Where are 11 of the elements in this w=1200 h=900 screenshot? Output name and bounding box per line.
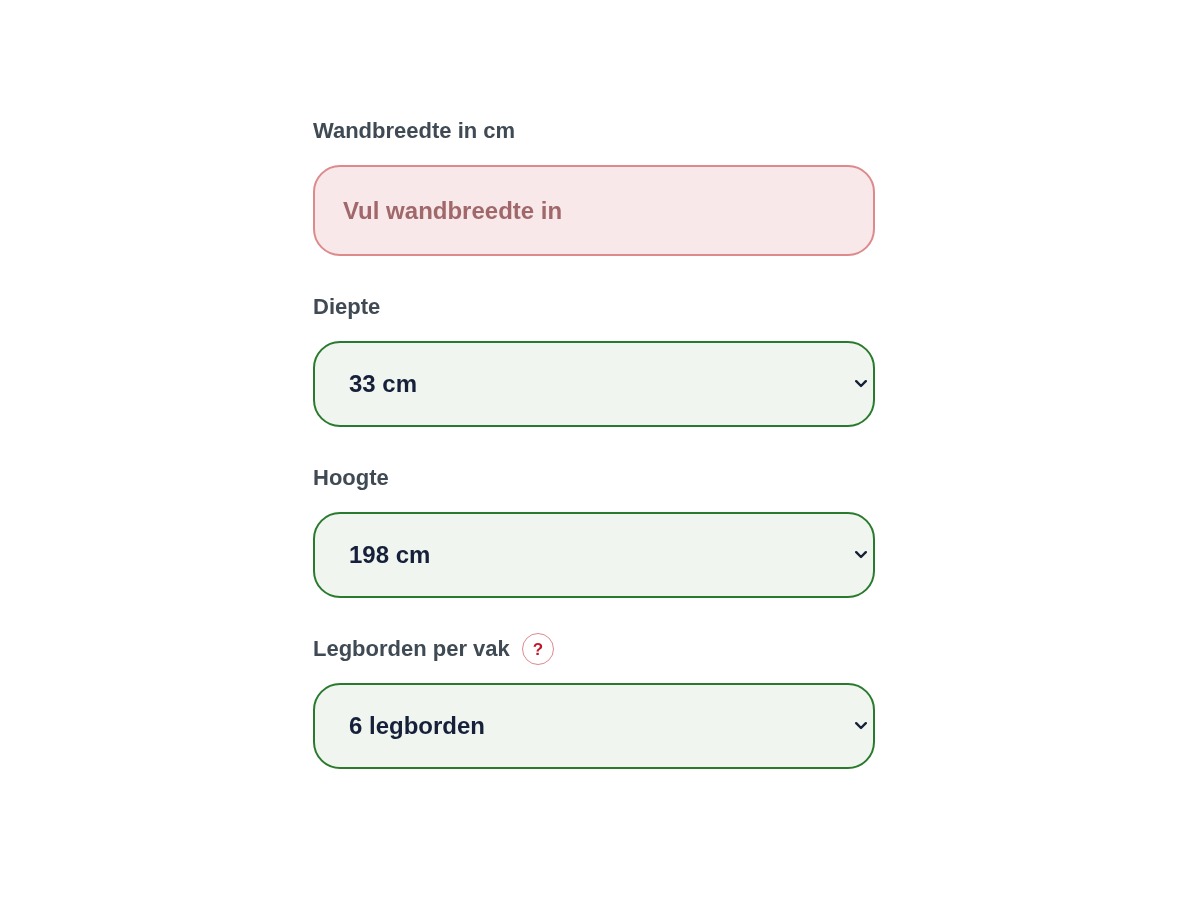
- dropdown[interactable]: 33 cm: [313, 341, 875, 427]
- chevron-down-icon: [855, 551, 867, 559]
- dropdown[interactable]: 198 cm: [313, 512, 875, 598]
- field-label: Diepte: [313, 293, 381, 321]
- field-label: Hoogte: [313, 464, 389, 492]
- field-label: Legborden per vak: [313, 635, 510, 663]
- field-label: Wandbreedte in cm: [313, 117, 516, 145]
- input-field[interactable]: Vul wandbreedte in: [313, 165, 875, 256]
- chevron-down-icon: [855, 722, 867, 730]
- chevron-down-icon: [855, 380, 867, 388]
- dropdown[interactable]: 6 legborden: [313, 683, 875, 769]
